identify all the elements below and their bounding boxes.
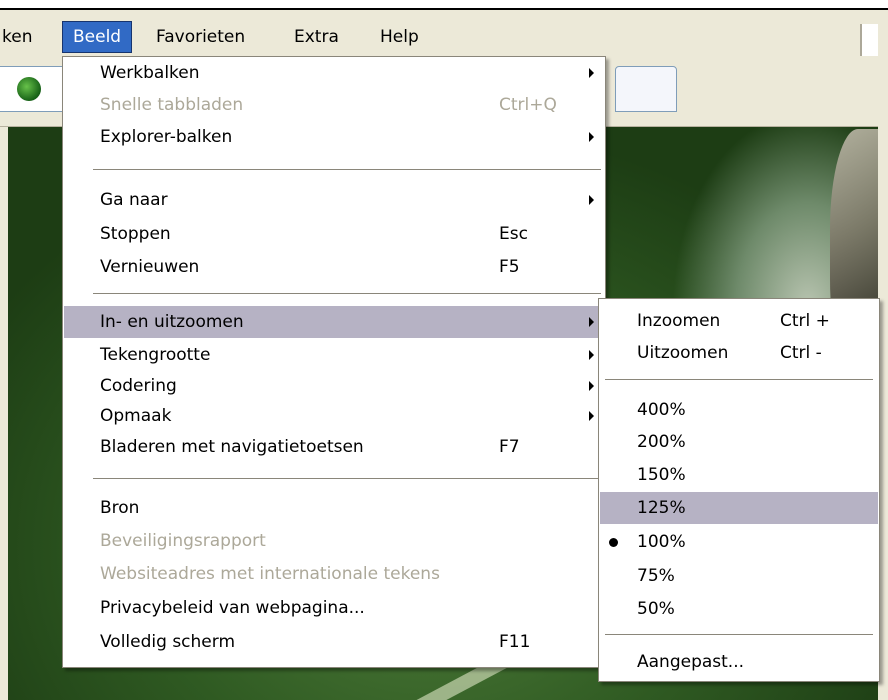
menu-item-snelle-tabbladen: Snelle tabbladen Ctrl+Q (100, 95, 557, 115)
zoom-submenu: Inzoomen Ctrl + Uitzoomen Ctrl - 400% 20… (598, 298, 880, 682)
zoom-item-aangepast[interactable]: Aangepast... (600, 646, 878, 678)
menu-item-bladeren-met-navigatietoetsen[interactable]: Bladeren met navigatietoetsen F7 (64, 431, 604, 463)
menu-item-volledig-scherm[interactable]: Volledig scherm F11 (64, 626, 604, 658)
window-top-border (0, 0, 888, 10)
menu-item-tekengrootte[interactable]: Tekengrootte (64, 339, 604, 371)
menu-bar: ken Beeld Favorieten Extra Help (0, 10, 888, 64)
menu-item-websiteadres-internationale-tekens: Websiteadres met internationale tekens (100, 564, 440, 584)
zoom-item-50[interactable]: 50% (600, 593, 878, 625)
checked-bullet-icon (609, 538, 618, 547)
menu-separator (605, 634, 873, 635)
submenu-arrow-icon (589, 411, 594, 421)
submenu-arrow-icon (589, 350, 594, 360)
menu-separator (93, 478, 601, 479)
menu-bar-item-help[interactable]: Help (370, 22, 429, 52)
zoom-item-inzoomen[interactable]: Inzoomen Ctrl + (600, 305, 878, 337)
menu-bar-item-extra[interactable]: Extra (284, 22, 349, 52)
zoom-item-150[interactable]: 150% (600, 459, 878, 491)
browser-tab-active[interactable] (0, 66, 66, 112)
menu-item-vernieuwen[interactable]: Vernieuwen F5 (64, 251, 604, 283)
menu-item-werkbalken[interactable]: Werkbalken (64, 57, 604, 89)
menu-bar-item-file-partial[interactable]: ken (0, 22, 42, 52)
zoom-item-100[interactable]: 100% (600, 526, 878, 558)
zoom-item-400[interactable]: 400% (600, 394, 878, 426)
menu-bar-item-favorieten[interactable]: Favorieten (146, 22, 255, 52)
menu-item-ga-naar[interactable]: Ga naar (64, 184, 604, 216)
menu-item-opmaak[interactable]: Opmaak (64, 400, 604, 432)
menu-item-in-en-uitzoomen[interactable]: In- en uitzoomen (64, 306, 604, 338)
submenu-arrow-icon (589, 381, 594, 391)
submenu-arrow-icon (589, 132, 594, 142)
menu-separator (605, 379, 873, 380)
menu-separator (93, 293, 601, 294)
zoom-item-uitzoomen[interactable]: Uitzoomen Ctrl - (600, 337, 878, 369)
menu-item-privacybeleid[interactable]: Privacybeleid van webpagina... (64, 592, 604, 624)
favicon-icon (17, 77, 41, 101)
new-tab-button[interactable] (615, 66, 677, 112)
submenu-arrow-icon (589, 68, 594, 78)
submenu-arrow-icon (589, 195, 594, 205)
submenu-arrow-icon (589, 317, 594, 327)
menu-item-explorer-balken[interactable]: Explorer-balken (64, 121, 604, 153)
menu-item-stoppen[interactable]: Stoppen Esc (64, 218, 604, 250)
menu-item-codering[interactable]: Codering (64, 370, 604, 402)
zoom-item-125[interactable]: 125% (600, 492, 878, 524)
view-menu: Werkbalken Snelle tabbladen Ctrl+Q Explo… (62, 56, 606, 668)
menu-bar-item-beeld[interactable]: Beeld (62, 21, 133, 53)
zoom-item-200[interactable]: 200% (600, 426, 878, 458)
zoom-item-75[interactable]: 75% (600, 560, 878, 592)
menu-item-bron[interactable]: Bron (64, 492, 604, 524)
menu-separator (93, 169, 601, 170)
menu-item-beveiligingsrapport: Beveiligingsrapport (100, 531, 266, 551)
